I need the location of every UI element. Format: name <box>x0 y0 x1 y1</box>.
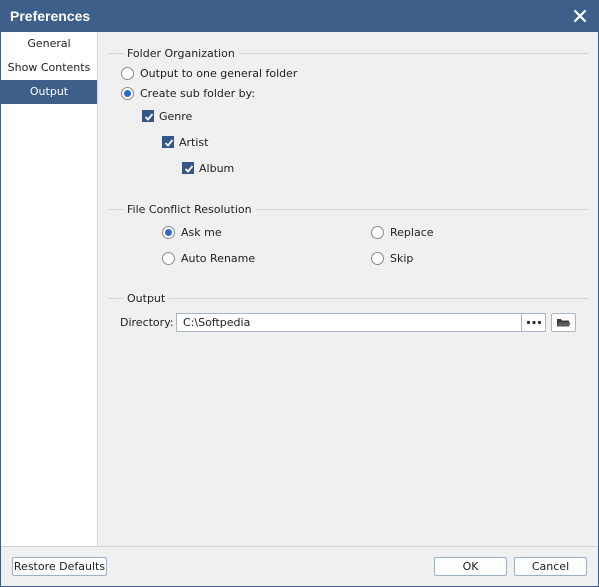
create-sub-folder-label: Create sub folder by: <box>140 87 256 100</box>
group-divider <box>109 298 589 299</box>
sidebar: General Show Contents Output <box>1 32 98 546</box>
directory-label: Directory: <box>120 316 174 329</box>
genre-checkbox[interactable] <box>142 110 154 122</box>
radio-ask-me[interactable] <box>162 226 175 239</box>
radio-create-sub-folder[interactable] <box>121 87 134 100</box>
open-folder-button[interactable] <box>551 313 576 332</box>
album-label: Album <box>199 162 235 175</box>
radio-replace[interactable] <box>371 226 384 239</box>
dialog-footer: Restore Defaults OK Cancel <box>1 546 598 586</box>
folder-organization-heading: Folder Organization <box>123 47 239 60</box>
output-general-folder-label: Output to one general folder <box>140 67 298 80</box>
sidebar-item-general[interactable]: General <box>1 32 97 56</box>
artist-checkbox[interactable] <box>162 136 174 148</box>
radio-output-general-folder[interactable] <box>121 67 134 80</box>
window-title: Preferences <box>10 8 91 24</box>
close-icon[interactable] <box>571 7 589 25</box>
folder-icon <box>557 319 571 327</box>
auto-rename-label: Auto Rename <box>181 252 256 265</box>
ellipsis-icon <box>526 320 542 325</box>
radio-skip[interactable] <box>371 252 384 265</box>
browse-dots-button[interactable] <box>521 314 545 331</box>
restore-defaults-button[interactable]: Restore Defaults <box>12 557 107 576</box>
title-bar: Preferences <box>1 1 598 32</box>
radio-auto-rename[interactable] <box>162 252 175 265</box>
settings-panel: Folder Organization Output to one genera… <box>99 32 598 546</box>
output-heading: Output <box>123 292 170 305</box>
ok-button[interactable]: OK <box>434 557 507 576</box>
replace-label: Replace <box>390 226 434 239</box>
genre-label: Genre <box>159 110 193 123</box>
cancel-button[interactable]: Cancel <box>514 557 587 576</box>
directory-input[interactable]: C:\Softpedia <box>176 313 546 332</box>
artist-label: Artist <box>179 136 209 149</box>
sidebar-item-show-contents[interactable]: Show Contents <box>1 56 97 80</box>
preferences-window: Preferences General Show Contents Output… <box>0 0 599 587</box>
file-conflict-heading: File Conflict Resolution <box>123 203 256 216</box>
album-checkbox[interactable] <box>182 162 194 174</box>
ask-me-label: Ask me <box>181 226 222 239</box>
sidebar-item-output[interactable]: Output <box>1 80 97 104</box>
skip-label: Skip <box>390 252 414 265</box>
